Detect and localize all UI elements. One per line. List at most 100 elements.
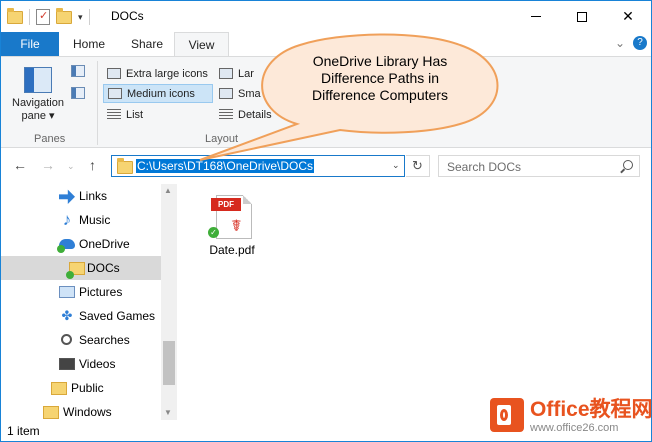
- layout-item-label: Sma: [238, 87, 261, 100]
- file-name: Date.pdf: [209, 243, 255, 257]
- help-icon[interactable]: ?: [633, 36, 647, 50]
- callout-line: Difference Computers: [312, 87, 448, 103]
- medium-icons-icon: [108, 88, 122, 99]
- sidebar-item-public[interactable]: Public: [1, 376, 161, 400]
- sync-check-icon: [57, 245, 65, 253]
- extra-large-icons-icon: [107, 68, 121, 79]
- maximize-icon: [577, 11, 587, 22]
- address-path[interactable]: C:\Users\DT168\OneDrive\DOCs: [136, 159, 315, 173]
- layout-item-label: Medium icons: [127, 87, 195, 100]
- sidebar-item-saved-games[interactable]: ✤ Saved Games: [1, 304, 161, 328]
- layout-group-label: Layout: [205, 133, 239, 145]
- layout-details[interactable]: Details: [215, 105, 276, 124]
- minimize-button[interactable]: [513, 1, 559, 32]
- customize-toolbar-icon[interactable]: ▾: [78, 12, 83, 23]
- callout-line: Difference Paths in: [320, 70, 440, 86]
- layout-large-icons[interactable]: Lar: [215, 64, 258, 83]
- sidebar-item-docs[interactable]: DOCs: [1, 256, 161, 280]
- scroll-down-icon[interactable]: ▼: [164, 408, 172, 417]
- address-bar[interactable]: C:\Users\DT168\OneDrive\DOCs ⌄: [111, 155, 405, 177]
- sidebar-item-pictures[interactable]: Pictures: [1, 280, 161, 304]
- layout-medium-icons[interactable]: Medium icons: [103, 84, 213, 103]
- file-item[interactable]: PDF ☤ ✓ Date.pdf: [204, 193, 260, 259]
- up-button[interactable]: ↑: [89, 157, 96, 173]
- divider: [88, 9, 90, 25]
- forward-button[interactable]: →: [41, 157, 55, 173]
- maximize-button[interactable]: [559, 1, 605, 32]
- sidebar-item-label: Music: [79, 213, 111, 227]
- navigation-pane-label: pane ▾: [21, 110, 55, 122]
- details-icon: [219, 109, 233, 120]
- sidebar-item-videos[interactable]: Videos: [1, 352, 161, 376]
- sidebar-item-label: Videos: [79, 357, 116, 371]
- navigation-bar: ← → ⌄ ↑ C:\Users\DT168\OneDrive\DOCs ⌄ ↻…: [1, 149, 651, 183]
- item-count: 1 item: [7, 424, 40, 438]
- back-button[interactable]: ←: [13, 157, 27, 173]
- recent-locations-icon[interactable]: ⌄: [67, 161, 75, 172]
- preview-pane-icon[interactable]: [71, 65, 85, 77]
- searches-icon: [61, 334, 72, 345]
- details-pane-icon[interactable]: [71, 87, 85, 99]
- navigation-pane-icon: [24, 67, 52, 93]
- list-icon: [107, 109, 121, 120]
- music-icon: ♪: [62, 210, 72, 229]
- office-logo-icon: [490, 398, 524, 432]
- title-bar: ▾ DOCs ✕: [1, 1, 651, 32]
- sidebar-item-label: DOCs: [87, 261, 120, 275]
- scrollbar-thumb[interactable]: [163, 341, 175, 385]
- search-placeholder: Search DOCs: [447, 160, 522, 174]
- sync-check-icon: ✓: [208, 227, 219, 238]
- sidebar-item-onedrive[interactable]: OneDrive: [1, 232, 161, 256]
- minimize-icon: [531, 16, 541, 17]
- layout-small-icons[interactable]: Sma: [215, 84, 265, 103]
- folder-icon: [7, 7, 23, 24]
- large-icons-icon: [219, 68, 233, 79]
- properties-icon[interactable]: [36, 9, 50, 25]
- sync-check-icon: [66, 271, 74, 279]
- sidebar-item-label: Public: [71, 381, 104, 395]
- new-folder-icon[interactable]: [56, 7, 72, 24]
- watermark-title: Office教程网: [530, 398, 652, 421]
- pdf-badge: PDF: [211, 198, 241, 211]
- sidebar-item-label: Links: [79, 189, 108, 203]
- tab-share[interactable]: Share: [119, 32, 175, 57]
- page-fold: [243, 195, 252, 204]
- close-icon: ✕: [622, 8, 634, 24]
- navigation-pane-button[interactable]: Navigation pane ▾: [7, 63, 69, 129]
- sidebar-item-label: OneDrive: [79, 237, 130, 251]
- tab-file[interactable]: File: [1, 32, 59, 57]
- tab-view[interactable]: View: [174, 32, 229, 57]
- sidebar-item-music[interactable]: ♪ Music: [1, 208, 161, 232]
- sidebar-item-label: Saved Games: [79, 309, 156, 323]
- navigation-pane-label: Navigation: [12, 97, 64, 109]
- search-input[interactable]: Search DOCs: [438, 155, 640, 177]
- callout-text: OneDrive Library Has Difference Paths in…: [280, 53, 480, 104]
- tab-home[interactable]: Home: [61, 32, 117, 57]
- collapse-ribbon-icon[interactable]: ⌄: [615, 36, 625, 50]
- callout-line: OneDrive Library Has: [312, 53, 448, 69]
- divider: [29, 9, 30, 25]
- layout-item-label: Details: [238, 108, 272, 121]
- sidebar-item-label: Windows: [63, 405, 112, 419]
- refresh-icon: ↻: [412, 158, 423, 173]
- folder-icon: [117, 158, 133, 174]
- navigation-pane: Links ♪ Music OneDrive DOCs Pictures ✤ S…: [1, 184, 177, 420]
- address-dropdown-icon[interactable]: ⌄: [392, 160, 400, 171]
- layout-extra-large-icons[interactable]: Extra large icons: [103, 64, 212, 83]
- pdf-file-icon: PDF ☤: [211, 195, 252, 239]
- panes-group-label: Panes: [34, 133, 66, 145]
- links-icon: [59, 189, 75, 204]
- sidebar-item-links[interactable]: Links: [1, 184, 161, 208]
- folder-icon: [43, 406, 59, 419]
- sidebar-item-searches[interactable]: Searches: [1, 328, 161, 352]
- sidebar-item-label: Pictures: [79, 285, 123, 299]
- window-title: DOCs: [111, 9, 144, 23]
- quick-access-toolbar: ▾: [7, 7, 90, 27]
- layout-list[interactable]: List: [103, 105, 147, 124]
- scroll-up-icon[interactable]: ▲: [164, 186, 172, 195]
- pictures-icon: [59, 286, 75, 298]
- videos-icon: [59, 358, 75, 370]
- refresh-button[interactable]: ↻: [406, 155, 430, 177]
- close-button[interactable]: ✕: [605, 1, 651, 32]
- search-icon: [623, 160, 633, 170]
